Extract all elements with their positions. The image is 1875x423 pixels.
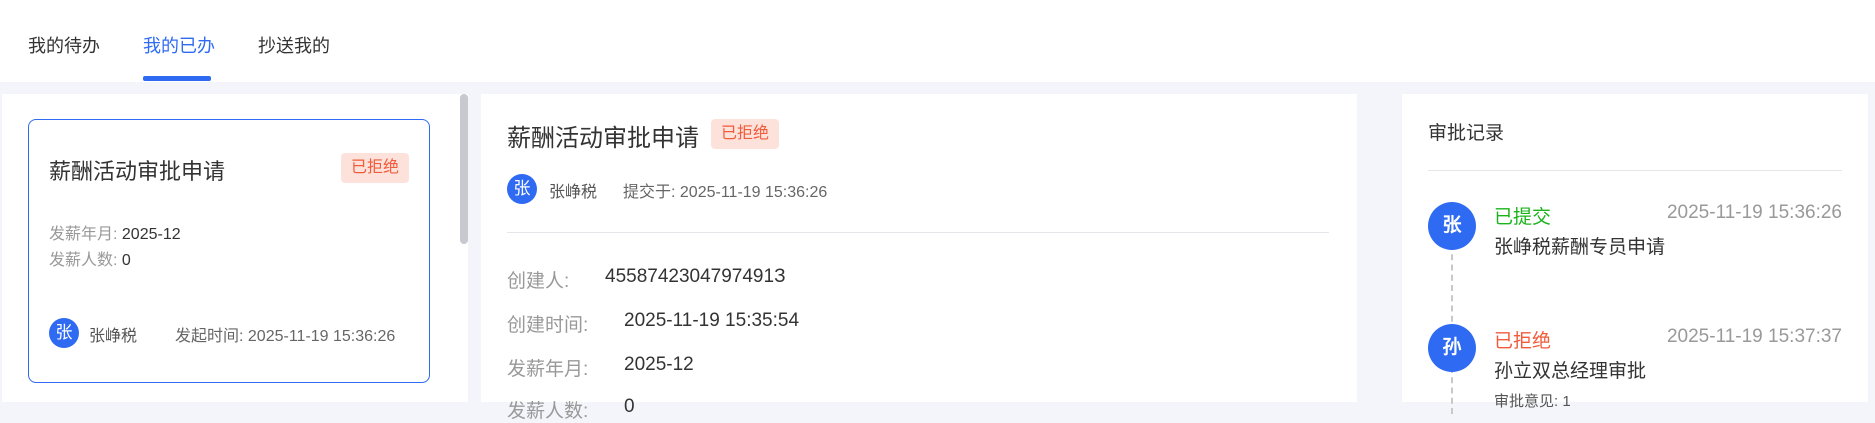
detail-title: 薪酬活动审批申请 (507, 125, 699, 152)
field-count-value: 0 (624, 396, 635, 417)
card-time-value: 2025-11-19 15:36:26 (247, 328, 396, 345)
detail-status-badge: 已拒绝 (711, 119, 780, 149)
status-badge: 已拒绝 (341, 153, 410, 183)
avatar: 张 (1428, 202, 1476, 250)
card-user-name: 张峥税 (89, 328, 138, 345)
field-count-label: 发薪人数: (507, 401, 589, 422)
active-tab-indicator (143, 76, 211, 81)
submit-time-value: 2025-11-19 15:36:26 (679, 184, 828, 201)
avatar: 张 (507, 174, 537, 204)
submit-label: 提交于: (623, 184, 676, 201)
tab-bar: 我的待办 我的已办 抄送我的 (0, 0, 1875, 82)
field-created-time-label: 创建时间: (507, 315, 589, 336)
card-start-time: 发起时间: 2025-11-19 15:36:26 (175, 322, 395, 346)
field-month-label: 发薪年月: (507, 359, 589, 380)
field-creator-label: 创建人: (507, 271, 570, 292)
card-count-value: 0 (121, 252, 131, 269)
detail-user-name: 张峥税 (549, 184, 598, 201)
application-card[interactable]: 薪酬活动审批申请 已拒绝 发薪年月: 2025-12 发薪人数: 0 张 张峥税… (28, 119, 430, 383)
detail-divider (507, 232, 1329, 233)
avatar: 张 (49, 318, 79, 348)
record-description: 张峥税薪酬专员申请 (1494, 237, 1666, 258)
card-count-label: 发薪人数: (49, 252, 118, 269)
record-status: 已拒绝 (1494, 331, 1552, 352)
field-month-value: 2025-12 (624, 354, 694, 375)
tab-my-todo[interactable]: 我的待办 (28, 34, 100, 58)
card-count-row: 发薪人数: 0 (49, 250, 131, 272)
detail-submit-time: 提交于: 2025-11-19 15:36:26 (623, 178, 827, 202)
card-month-label: 发薪年月: (49, 226, 118, 243)
record-opinion: 审批意见: 1 (1494, 393, 1571, 410)
record-divider (1428, 170, 1842, 171)
detail-panel: 薪酬活动审批申请 已拒绝 张 张峥税 提交于: 2025-11-19 15:36… (481, 94, 1357, 422)
record-status: 已提交 (1494, 207, 1552, 228)
field-creator-value: 4558742304797491З (605, 266, 786, 287)
tab-my-done[interactable]: 我的已办 (143, 34, 215, 58)
record-description: 孙立双总经理审批 (1494, 361, 1647, 382)
avatar: 孙 (1428, 324, 1476, 372)
tab-cc-me[interactable]: 抄送我的 (258, 34, 330, 58)
card-month-row: 发薪年月: 2025-12 (49, 224, 181, 246)
field-created-time-value: 2025-11-19 15:35:54 (624, 310, 800, 331)
card-time-label: 发起时间: (175, 328, 244, 345)
card-title: 薪酬活动审批申请 (49, 159, 226, 184)
approval-record-title: 审批记录 (1428, 123, 1505, 144)
record-time: 2025-11-19 15:37:37 (1666, 326, 1842, 347)
card-month-value: 2025-12 (121, 226, 181, 243)
record-time: 2025-11-19 15:36:26 (1666, 202, 1842, 223)
list-scrollbar[interactable] (460, 94, 468, 244)
approval-record-panel: 审批记录 张 已提交 2025-11-19 15:36:26 张峥税薪酬专员申请… (1402, 94, 1868, 414)
